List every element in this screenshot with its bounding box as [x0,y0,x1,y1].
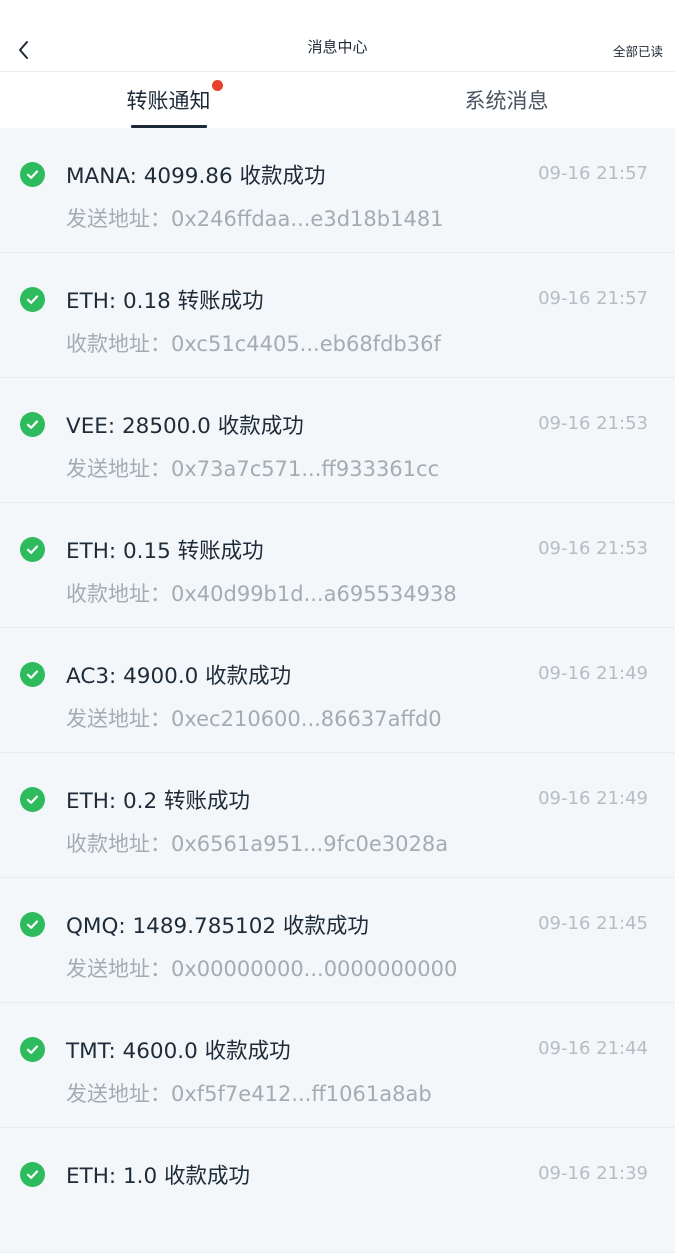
message-address: 发送地址：0x73a7c571...ff933361cc [66,457,440,481]
message-time: 09-16 21:57 [538,288,648,309]
message-time: 09-16 21:39 [538,1163,648,1184]
success-check-icon [20,662,45,687]
tab-transfer-notice-label: 转账通知 [126,89,211,113]
tab-transfer-notice[interactable]: 转账通知 [0,72,337,128]
success-check-icon [20,1162,45,1187]
app-header: 消息中心 全部已读 [0,0,675,72]
list-item[interactable]: ETH: 1.0 收款成功 09-16 21:39 [0,1128,675,1253]
success-check-icon [20,287,45,312]
message-title: ETH: 0.2 转账成功 [66,789,250,814]
page-title: 消息中心 [307,38,368,56]
success-check-icon [20,162,45,187]
message-title: TMT: 4600.0 收款成功 [66,1039,291,1064]
message-title: AC3: 4900.0 收款成功 [66,664,292,689]
message-time: 09-16 21:57 [538,163,648,184]
message-time: 09-16 21:49 [538,663,648,684]
message-title: ETH: 0.18 转账成功 [66,289,264,314]
success-check-icon [20,1037,45,1062]
message-time: 09-16 21:45 [538,913,648,934]
success-check-icon [20,787,45,812]
success-check-icon [20,912,45,937]
message-address: 发送地址：0xec210600...86637affd0 [66,707,442,731]
list-item[interactable]: VEE: 28500.0 收款成功 09-16 21:53 发送地址：0x73a7c… [0,378,675,503]
unread-dot [211,80,223,91]
list-item[interactable]: ETH: 0.18 转账成功 09-16 21:57 收款地址：0xc51c4405… [0,253,675,378]
mark-all-read-button[interactable]: 全部已读 [613,41,663,60]
list-item[interactable]: QMQ: 1489.785102 收款成功 09-16 21:45 发送地址：0x0… [0,878,675,1003]
message-title: ETH: 0.15 转账成功 [66,539,264,564]
tab-system-messages-label: 系统消息 [464,89,549,113]
message-address: 发送地址：0x00000000...0000000000 [66,957,458,981]
message-time: 09-16 21:49 [538,788,648,809]
message-title: ETH: 1.0 收款成功 [66,1164,250,1189]
tab-system-messages[interactable]: 系统消息 [338,72,675,128]
message-title: QMQ: 1489.785102 收款成功 [66,914,369,939]
message-address: 收款地址：0x6561a951...9fc0e3028a [66,832,449,856]
message-address: 收款地址：0xc51c4405...eb68fdb36f [66,332,441,356]
message-title: VEE: 28500.0 收款成功 [66,414,304,439]
message-address: 发送地址：0x246ffdaa...e3d18b1481 [66,207,444,231]
message-address: 收款地址：0x40d99b1d...a695534938 [66,582,457,606]
list-item[interactable]: TMT: 4600.0 收款成功 09-16 21:44 发送地址：0xf5f7e4… [0,1003,675,1128]
list-item[interactable]: ETH: 0.2 转账成功 09-16 21:49 收款地址：0x6561a951.… [0,753,675,878]
message-time: 09-16 21:53 [538,538,648,559]
message-list: MANA: 4099.86 收款成功 09-16 21:57 发送地址：0x246f… [0,128,675,1253]
message-time: 09-16 21:53 [538,413,648,434]
success-check-icon [20,537,45,562]
message-address: 发送地址：0xf5f7e412...ff1061a8ab [66,1082,432,1106]
tab-bar: 转账通知 系统消息 [0,72,675,128]
list-item[interactable]: AC3: 4900.0 收款成功 09-16 21:49 发送地址：0xec2106… [0,628,675,753]
success-check-icon [20,412,45,437]
list-item[interactable]: ETH: 0.15 转账成功 09-16 21:53 收款地址：0x40d99b1d… [0,503,675,628]
list-item[interactable]: MANA: 4099.86 收款成功 09-16 21:57 发送地址：0x246f… [0,128,675,253]
message-title: MANA: 4099.86 收款成功 [66,164,326,189]
message-time: 09-16 21:44 [538,1038,648,1059]
